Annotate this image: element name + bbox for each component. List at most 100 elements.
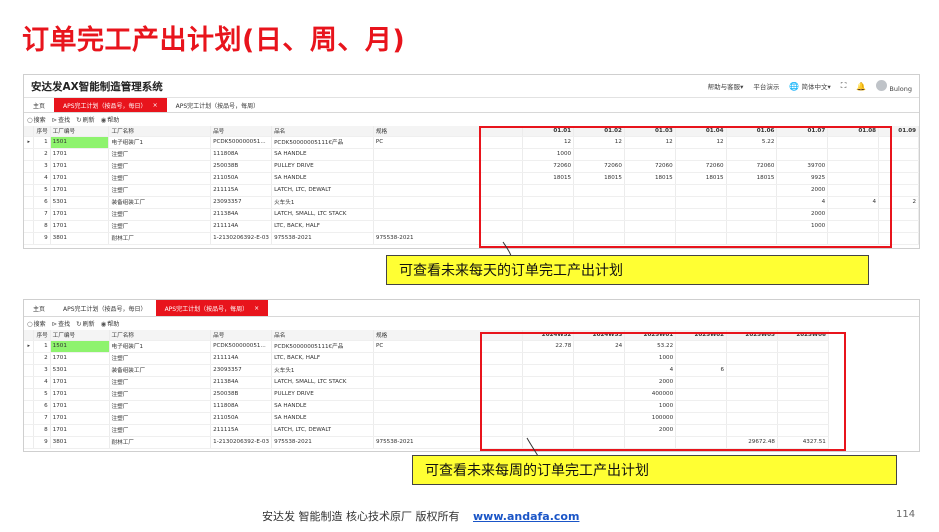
table-cell[interactable]: 6 — [675, 364, 728, 377]
table-cell[interactable] — [776, 148, 829, 161]
table-cell[interactable]: LATCH, LTC, DEWALT — [271, 424, 374, 437]
table-cell[interactable] — [573, 400, 626, 413]
table-cell[interactable]: 电子组装厂1 — [108, 136, 212, 149]
table-cell[interactable]: 5301 — [50, 196, 110, 209]
find-button[interactable]: ⊳ 查找 — [52, 115, 70, 125]
table-cell[interactable] — [827, 220, 880, 233]
table-cell[interactable]: 2000 — [776, 208, 829, 221]
table-cell[interactable] — [373, 172, 524, 185]
table-cell[interactable] — [878, 172, 919, 185]
table-cell[interactable] — [878, 220, 919, 233]
table-cell[interactable] — [726, 388, 778, 401]
table-cell[interactable]: 3801 — [50, 436, 110, 449]
close-icon[interactable]: × — [153, 102, 158, 109]
search-button[interactable]: ○ 搜索 — [27, 319, 46, 329]
table-cell[interactable]: 1701 — [50, 424, 110, 437]
table-cell[interactable] — [675, 436, 728, 449]
table-cell[interactable]: 4327.51 — [777, 436, 829, 449]
table-cell[interactable]: 211114A — [210, 352, 273, 365]
table-cell[interactable]: 7 — [33, 208, 51, 221]
table-cell[interactable]: 1000 — [776, 220, 829, 233]
table-cell[interactable] — [573, 424, 626, 437]
table-cell[interactable] — [573, 364, 626, 377]
table-cell[interactable]: 耐林工厂 — [109, 436, 212, 449]
column-header[interactable]: 规格 — [373, 126, 524, 137]
table-cell[interactable] — [827, 208, 880, 221]
table-cell[interactable] — [726, 232, 778, 245]
table-cell[interactable] — [522, 220, 575, 233]
bell-icon[interactable]: 🔔 — [856, 82, 866, 91]
table-cell[interactable]: 3 — [33, 364, 51, 377]
table-cell[interactable]: 5 — [33, 388, 51, 401]
table-cell[interactable] — [878, 160, 919, 173]
column-header[interactable]: 2025W02 — [675, 330, 728, 341]
refresh-button[interactable]: ↻ 刷新 — [76, 319, 94, 329]
table-cell[interactable]: 1701 — [50, 148, 110, 161]
table-cell[interactable]: 注塑厂 — [108, 208, 212, 221]
table-cell[interactable]: 2 — [878, 196, 919, 209]
table-cell[interactable]: 18015 — [675, 172, 727, 185]
table-cell[interactable]: 1701 — [50, 400, 110, 413]
table-cell[interactable] — [777, 400, 829, 413]
column-header[interactable]: 01.08 — [827, 126, 880, 137]
language-selector[interactable]: 🌐 简体中文▾ — [789, 81, 830, 91]
table-cell[interactable]: 1-2130206392-E-03 — [210, 232, 273, 245]
table-cell[interactable] — [675, 196, 727, 209]
table-cell[interactable] — [726, 376, 778, 389]
table-cell[interactable] — [573, 196, 625, 209]
table-cell[interactable] — [373, 352, 524, 365]
table-cell[interactable]: 1 — [33, 136, 51, 149]
table-cell[interactable] — [878, 148, 919, 161]
table-cell[interactable] — [573, 208, 625, 221]
column-header[interactable]: 品名 — [271, 330, 374, 341]
table-cell[interactable]: LATCH, LTC, DEWALT — [271, 184, 374, 197]
table-cell[interactable]: 23093357 — [210, 196, 273, 209]
table-cell[interactable]: 2 — [33, 148, 51, 161]
search-button[interactable]: ○ 搜索 — [27, 115, 46, 125]
table-cell[interactable] — [675, 412, 728, 425]
table-cell[interactable] — [373, 184, 524, 197]
tab-home[interactable]: 主页 — [24, 98, 54, 112]
table-cell[interactable]: 9925 — [776, 172, 829, 185]
table-cell[interactable]: 注塑厂 — [109, 376, 212, 389]
column-header[interactable]: 序号 — [33, 330, 51, 341]
table-row[interactable]: 8 1701 注塑厂 211114A LTC, BACK, HALF 1000 — [24, 220, 919, 233]
table-cell[interactable]: 1701 — [50, 172, 110, 185]
table-cell[interactable]: 72060 — [726, 160, 778, 173]
table-cell[interactable]: 7 — [33, 412, 51, 425]
table-cell[interactable] — [522, 376, 575, 389]
column-header[interactable]: 01.04 — [675, 126, 727, 137]
table-cell[interactable]: PCDK500000051... — [210, 340, 273, 353]
table-cell[interactable]: 注塑厂 — [109, 412, 212, 425]
table-cell[interactable]: PULLEY DRIVE — [271, 160, 374, 173]
table-cell[interactable] — [624, 208, 676, 221]
table-cell[interactable] — [827, 232, 880, 245]
table-cell[interactable]: 3 — [33, 160, 51, 173]
table-cell[interactable] — [777, 388, 829, 401]
table-cell[interactable] — [777, 340, 829, 353]
table-cell[interactable]: 5 — [33, 184, 51, 197]
table-cell[interactable]: 250038B — [210, 388, 273, 401]
table-cell[interactable]: 注塑厂 — [109, 352, 212, 365]
table-cell[interactable]: 1701 — [50, 220, 110, 233]
table-cell[interactable] — [675, 232, 727, 245]
table-cell[interactable]: 1701 — [50, 184, 110, 197]
table-cell[interactable] — [373, 220, 524, 233]
table-row[interactable]: 4 1701 注塑厂 211050A SA HANDLE 18015 18015 18015 1… — [24, 172, 919, 185]
column-header[interactable]: 01.06 — [726, 126, 778, 137]
table-cell[interactable] — [373, 148, 524, 161]
table-cell[interactable] — [373, 208, 524, 221]
table-cell[interactable] — [675, 352, 728, 365]
table-cell[interactable]: PC — [373, 340, 524, 353]
table-cell[interactable]: 1701 — [50, 376, 110, 389]
table-cell[interactable]: PC — [373, 136, 524, 149]
help-button[interactable]: ◉ 帮助 — [101, 115, 120, 125]
table-cell[interactable] — [878, 208, 919, 221]
table-row[interactable]: ▸ 1 1501 电子组装厂1 PCDK500000051... PCDK50000005… — [24, 136, 919, 149]
table-cell[interactable] — [827, 148, 880, 161]
table-cell[interactable]: 4 — [776, 196, 829, 209]
refresh-button[interactable]: ↻ 刷新 — [76, 115, 94, 125]
platform-demo-link[interactable]: 平台演示 — [753, 81, 779, 91]
table-cell[interactable] — [522, 436, 575, 449]
table-cell[interactable]: PCDK50000005111€产品 — [271, 340, 374, 353]
